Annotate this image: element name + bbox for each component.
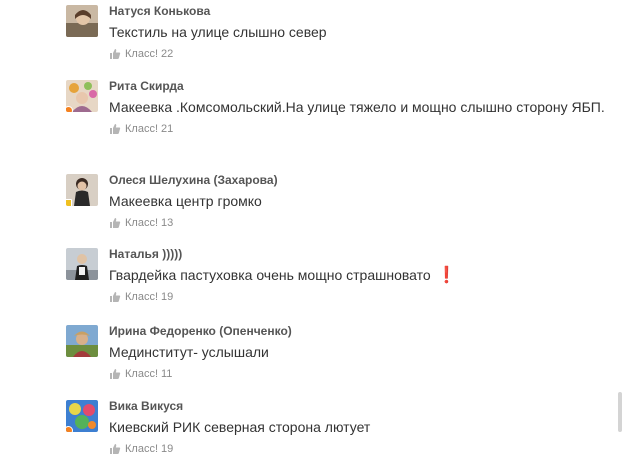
like-button[interactable]: Класс! 22 [109,47,609,61]
like-label: Класс! [125,123,158,135]
comment-author[interactable]: Вика Викуся [109,399,609,413]
like-button[interactable]: Класс! 19 [109,442,609,456]
avatar[interactable] [66,325,98,357]
thumbs-up-icon [110,218,121,228]
comment-text: Макеевка центр громко [109,193,262,209]
like-button[interactable]: Класс! 13 [109,216,609,230]
comment-author[interactable]: Олеся Шелухина (Захарова) [109,173,609,187]
like-label: Класс! [125,443,158,455]
like-count: 21 [161,123,174,135]
like-label: Класс! [125,368,158,380]
thumbs-up-icon [110,49,121,59]
comment-text-content: Гвардейка пастуховка очень мощно страшно… [109,267,431,283]
comment-text: Текстиль на улице слышно север [109,24,327,40]
like-button[interactable]: Класс! 19 [109,290,609,304]
avatar-photo [66,325,98,357]
like-button[interactable]: Класс! 21 [109,122,609,136]
like-count: 13 [161,217,174,229]
thumbs-up-icon [110,124,121,134]
avatar[interactable] [66,174,98,206]
avatar[interactable] [66,80,98,112]
avatar[interactable] [66,5,98,37]
like-count: 19 [161,443,174,455]
thumbs-up-icon [110,369,121,379]
avatar[interactable] [66,248,98,280]
thumbs-up-icon [110,292,121,302]
online-status-dot [66,426,73,432]
scrollbar-thumb[interactable] [618,392,622,432]
mobile-status-icon [66,199,72,206]
comment-author[interactable]: Рита Скирда [109,79,609,93]
scrollbar[interactable] [616,0,622,459]
like-count: 11 [161,368,173,380]
avatar-photo [66,5,98,37]
like-label: Класс! [125,217,158,229]
comment-text: Макеевка .Комсомольский.На улице тяжело … [109,99,605,115]
comment-text: Киевский РИК северная сторона лютует [109,419,371,435]
avatar-photo [66,248,98,280]
comment-author[interactable]: Наталья ))))) [109,247,609,261]
comment-author[interactable]: Ирина Федоренко (Опенченко) [109,324,609,338]
like-label: Класс! [125,48,158,60]
like-count: 19 [161,291,174,303]
avatar[interactable] [66,400,98,432]
like-button[interactable]: Класс! 11 [109,367,609,381]
thumbs-up-icon [110,444,121,454]
comment-author[interactable]: Натуся Конькова [109,4,609,18]
exclamation-emoji: ❗ [436,267,457,284]
like-count: 22 [161,48,174,60]
online-status-dot [66,106,73,112]
comment-text: Мединститут- услышали [109,344,269,360]
like-label: Класс! [125,291,158,303]
comment-text: Гвардейка пастуховка очень мощно страшно… [109,266,609,285]
